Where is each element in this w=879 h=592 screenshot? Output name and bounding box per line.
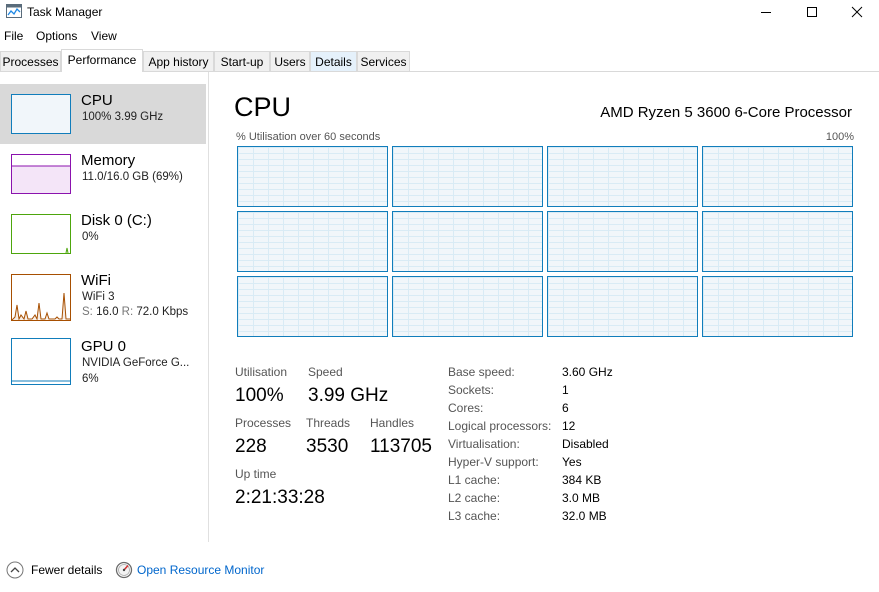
virtualisation-label: Virtualisation:: [448, 437, 520, 451]
cpu-thumbnail-graph: [11, 94, 71, 134]
cpu-core-graphs: [237, 146, 854, 339]
tab-start-up[interactable]: Start-up: [214, 51, 270, 71]
resource-value: 11.0/16.0 GB (69%): [82, 171, 183, 183]
gpu-thumbnail-graph: [11, 338, 71, 385]
core-graph: [237, 211, 388, 272]
menu-view[interactable]: View: [91, 29, 117, 43]
sockets-label: Sockets:: [448, 383, 495, 397]
tab-details[interactable]: Details: [310, 51, 357, 71]
speed-label: Speed: [308, 365, 343, 379]
core-graph: [237, 146, 388, 207]
hyper-v-value: Yes: [562, 455, 582, 469]
resource-value-2: 6%: [82, 373, 99, 385]
tab-app-history[interactable]: App history: [143, 51, 214, 71]
virtualisation-value: Disabled: [562, 437, 609, 451]
tab-bar: Processes Performance App history Start-…: [0, 49, 879, 72]
footer: Fewer details Open Resource Monitor: [0, 556, 879, 586]
uptime-value: 2:21:33:28: [235, 487, 325, 508]
menu-file[interactable]: File: [4, 29, 23, 43]
base-speed-label: Base speed:: [448, 365, 515, 379]
cores-label: Cores:: [448, 401, 484, 415]
receive-value: 72.0 Kbps: [136, 306, 189, 318]
core-graph: [392, 211, 543, 272]
l2-cache-value: 3.0 MB: [562, 491, 601, 505]
base-speed-value: 3.60 GHz: [562, 365, 613, 379]
fewer-details-button[interactable]: Fewer details: [31, 563, 102, 577]
speed-value: 3.99 GHz: [308, 385, 389, 406]
l1-cache-value: 384 KB: [562, 473, 602, 487]
core-graph: [547, 211, 698, 272]
resource-name: Memory: [81, 152, 136, 169]
core-graph: [702, 146, 853, 207]
send-label: S:: [82, 306, 93, 318]
cpu-model: AMD Ryzen 5 3600 6-Core Processor: [600, 104, 852, 121]
resource-name: GPU 0: [81, 338, 127, 355]
resource-memory[interactable]: Memory 11.0/16.0 GB (69%): [0, 144, 206, 204]
resource-monitor-icon: [115, 561, 133, 579]
threads-label: Threads: [306, 416, 351, 430]
resource-value: WiFi 3: [82, 291, 115, 303]
core-graph: [237, 276, 388, 337]
hyper-v-label: Hyper-V support:: [448, 455, 539, 469]
resource-value: NVIDIA GeForce G...: [82, 357, 190, 369]
open-resource-monitor-link[interactable]: Open Resource Monitor: [137, 563, 264, 577]
resource-wifi[interactable]: WiFi WiFi 3 S: 16.0 R: 72.0 Kbps: [0, 264, 206, 324]
logical-processors-value: 12: [562, 419, 576, 433]
resource-cpu[interactable]: CPU 100% 3.99 GHz: [0, 84, 206, 144]
close-icon: [851, 6, 863, 18]
disk-thumbnail-graph: [11, 214, 71, 254]
handles-value: 113705: [370, 436, 432, 457]
resource-name: WiFi: [81, 272, 111, 289]
l1-cache-label: L1 cache:: [448, 473, 501, 487]
resource-gpu[interactable]: GPU 0 NVIDIA GeForce G... 6%: [0, 332, 206, 392]
resource-name: Disk 0 (C:): [81, 212, 152, 229]
threads-value: 3530: [306, 436, 349, 457]
wifi-thumbnail-graph: [11, 274, 71, 321]
tab-performance[interactable]: Performance: [61, 49, 143, 72]
menu-options[interactable]: Options: [36, 29, 77, 43]
resource-value: 100% 3.99 GHz: [82, 111, 164, 123]
resource-list: CPU 100% 3.99 GHz Memory 11.0/16.0 GB (6…: [0, 72, 209, 542]
send-value: 16.0: [96, 306, 119, 318]
core-graph: [702, 211, 853, 272]
utilisation-label: Utilisation: [235, 365, 288, 379]
sockets-value: 1: [562, 383, 569, 397]
wifi-throughput: S: 16.0 R: 72.0 Kbps: [82, 306, 188, 318]
l3-cache-value: 32.0 MB: [562, 509, 607, 523]
minimize-button[interactable]: [743, 0, 789, 24]
page-title: CPU: [234, 92, 292, 122]
minimize-icon: [761, 12, 771, 13]
handles-label: Handles: [370, 416, 415, 430]
logical-processors-label: Logical processors:: [448, 419, 552, 433]
core-graph: [702, 276, 853, 337]
core-graph: [547, 276, 698, 337]
memory-thumbnail-graph: [11, 154, 71, 194]
task-manager-icon: [6, 4, 22, 18]
maximize-button[interactable]: [789, 0, 835, 24]
resource-value: 0%: [82, 231, 99, 243]
maximize-icon: [807, 7, 817, 17]
cores-value: 6: [562, 401, 569, 415]
processes-value: 228: [235, 436, 267, 457]
utilisation-value: 100%: [235, 385, 284, 406]
l2-cache-label: L2 cache:: [448, 491, 501, 505]
resource-name: CPU: [81, 92, 113, 109]
graph-max-label: 100%: [825, 131, 854, 143]
core-graph: [392, 276, 543, 337]
resource-disk[interactable]: Disk 0 (C:) 0%: [0, 204, 206, 264]
tab-processes[interactable]: Processes: [0, 51, 61, 71]
close-button[interactable]: [834, 0, 879, 24]
window-title: Task Manager: [27, 5, 103, 19]
uptime-label: Up time: [235, 467, 277, 481]
core-graph: [547, 146, 698, 207]
core-graph: [392, 146, 543, 207]
processes-label: Processes: [235, 416, 292, 430]
graph-label: % Utilisation over 60 seconds: [236, 131, 381, 143]
chevron-up-icon[interactable]: [6, 561, 24, 579]
l3-cache-label: L3 cache:: [448, 509, 501, 523]
tab-services[interactable]: Services: [357, 51, 410, 71]
title-bar: Task Manager: [0, 0, 879, 24]
receive-label: R:: [121, 306, 134, 318]
tab-users[interactable]: Users: [270, 51, 310, 71]
